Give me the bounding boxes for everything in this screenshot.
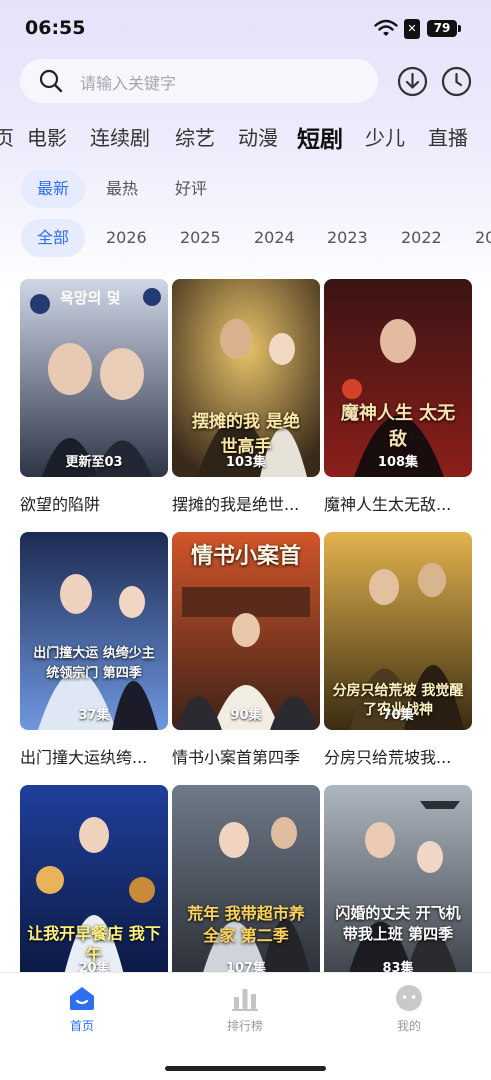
download-icon[interactable]: [397, 66, 428, 97]
poster-image: 荒年 我带超市养全家 第二季 107集: [172, 785, 320, 983]
poster-text: 욕망의 덫: [60, 289, 121, 307]
card-title: 分房只给荒坡我...: [324, 748, 452, 767]
sim-icon: ✕: [404, 19, 420, 39]
poster-image: 魔神人生 太无敌 108集: [324, 279, 472, 477]
episode-label: 103集: [225, 455, 267, 470]
status-time: 06:55: [25, 17, 86, 39]
year-2024[interactable]: 2024: [238, 219, 311, 257]
filter-hot[interactable]: 最热: [90, 170, 154, 208]
poster-image: 分房只给荒坡 我觉醒了农业战神 70集: [324, 532, 472, 730]
nav-ranking-label: 排行榜: [226, 1019, 263, 1033]
history-icon[interactable]: [441, 66, 472, 97]
battery-tip: [458, 25, 461, 32]
year-2023[interactable]: 2023: [311, 219, 384, 257]
poster-text: 魔神人生 太无敌: [340, 403, 456, 450]
card-title: 摆摊的我是绝世...: [172, 495, 300, 514]
profile-face-icon: [396, 985, 422, 1011]
poster-image: 闪婚的丈夫 开飞机带我上班 第四季 83集: [324, 785, 472, 983]
year-all[interactable]: 全部: [21, 219, 86, 257]
poster-image: 出门撞大运 纨绔少主统领宗门 第四季 37集: [20, 532, 168, 730]
poster-image: 情书小案首 90集: [172, 532, 320, 730]
card-title: 情书小案首第四季: [172, 748, 301, 767]
nav-home[interactable]: 首页: [32, 983, 132, 1034]
search-icon: [39, 69, 63, 93]
tab-live[interactable]: 直播: [428, 122, 468, 151]
nav-ranking[interactable]: 排行榜: [195, 983, 295, 1034]
ranking-icon: [232, 989, 258, 1011]
battery-icon: 79: [427, 20, 457, 37]
bottom-nav: 首页 排行榜 我的: [0, 972, 491, 1080]
category-tabs: 页 电影 连续剧 综艺 动漫 短剧 少儿 直播: [0, 112, 491, 158]
poster-text: 摆摊的我 是绝世高手: [192, 412, 300, 457]
poster-image: 욕망의 덫 更新至03: [20, 279, 168, 477]
year-2022[interactable]: 2022: [385, 219, 458, 257]
episode-label: 108集: [377, 455, 419, 470]
poster-text: 出门撞大运 纨绔少主统领宗门 第四季: [33, 646, 155, 681]
card-title: 出门撞大运纨绔...: [20, 748, 148, 767]
tab-short-drama[interactable]: 短剧: [297, 120, 343, 154]
nav-profile[interactable]: 我的: [359, 983, 459, 1034]
nav-home-label: 首页: [69, 1019, 94, 1033]
episode-label: 37集: [78, 708, 110, 723]
filter-latest[interactable]: 最新: [21, 170, 86, 208]
tab-movie[interactable]: 电影: [27, 122, 67, 151]
year-2026[interactable]: 2026: [90, 219, 163, 257]
poster-text: 荒年 我带超市养全家 第二季: [187, 904, 305, 945]
episode-label: 70集: [382, 708, 414, 723]
home-icon: [70, 987, 94, 1010]
card-title: 魔神人生太无敌...: [324, 495, 452, 514]
poster-image: 摆摊的我 是绝世高手 103集: [172, 279, 320, 477]
year-partial[interactable]: 20: [459, 219, 491, 257]
poster-text: 闪婚的丈夫 开飞机带我上班 第四季: [335, 904, 461, 943]
episode-label: 90集: [230, 708, 262, 723]
nav-profile-label: 我的: [396, 1019, 421, 1033]
home-indicator: [165, 1066, 326, 1071]
tab-kids[interactable]: 少儿: [365, 122, 405, 151]
card-title: 欲望的陷阱: [20, 495, 101, 514]
filter-top-rated[interactable]: 好评: [159, 170, 223, 208]
tab-home-partial[interactable]: 页: [0, 122, 14, 151]
year-2025[interactable]: 2025: [164, 219, 237, 257]
episode-label: 更新至03: [65, 455, 123, 470]
search-placeholder: 请输入关键字: [80, 74, 177, 93]
poster-text: 情书小案首: [190, 543, 301, 569]
search-input[interactable]: 请输入关键字: [20, 59, 378, 103]
tab-variety[interactable]: 综艺: [175, 122, 215, 151]
status-bar: 06:55 ✕ 79: [0, 0, 491, 56]
poster-image: 让我开早餐店 我下午 20集: [20, 785, 168, 983]
tab-series[interactable]: 连续剧: [90, 122, 150, 151]
tab-anime[interactable]: 动漫: [238, 122, 278, 151]
wifi-icon: [374, 19, 398, 36]
